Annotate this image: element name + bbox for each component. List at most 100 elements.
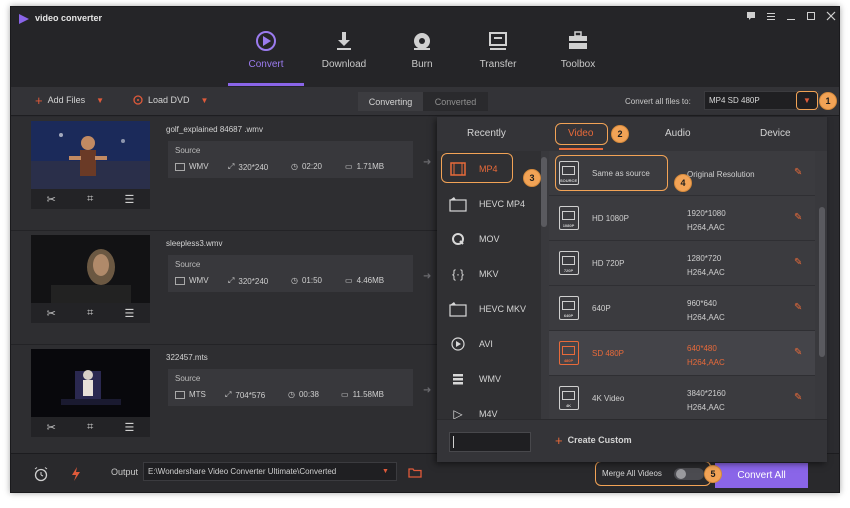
arrow-right-icon: ➜ bbox=[423, 385, 432, 396]
scissors-icon[interactable]: ✂ bbox=[47, 307, 56, 320]
edit-icon[interactable]: ✎ bbox=[794, 212, 805, 223]
format-wmv[interactable]: WMV bbox=[437, 361, 541, 396]
list-item[interactable]: ✂ ⌗ ☰ golf_explained 84687 .wmv Source W… bbox=[11, 117, 437, 231]
resolution-list-scrollbar[interactable] bbox=[819, 207, 825, 357]
resolution-item[interactable]: 1080P HD 1080P 1920*1080 H264,AAC ✎ bbox=[549, 196, 815, 241]
menu-icon[interactable] bbox=[765, 10, 777, 22]
size-value: 4.46MB bbox=[356, 276, 385, 285]
load-dvd-button[interactable]: Load DVD ▼ bbox=[133, 95, 208, 105]
chevron-down-icon[interactable]: ▼ bbox=[96, 96, 104, 105]
minimize-icon[interactable] bbox=[785, 10, 797, 22]
tab-toolbox-label: Toolbox bbox=[560, 59, 596, 70]
folder-icon[interactable] bbox=[408, 467, 422, 478]
chat-icon[interactable] bbox=[745, 10, 757, 22]
scissors-icon[interactable]: ✂ bbox=[47, 193, 56, 206]
folder-icon: ▭ bbox=[345, 162, 353, 171]
tab-convert[interactable]: Convert bbox=[231, 29, 301, 70]
tab-converted[interactable]: Converted bbox=[423, 92, 488, 111]
merge-toggle[interactable] bbox=[674, 468, 704, 480]
4k-icon: 4K bbox=[559, 386, 579, 410]
tab-download[interactable]: Download bbox=[309, 29, 379, 70]
merge-label: Merge All Videos bbox=[602, 469, 662, 478]
format-hevc-mkv[interactable]: HEVC MKV bbox=[437, 291, 541, 326]
resize-icon: ⤢ bbox=[225, 390, 232, 399]
status-toggle: Converting Converted bbox=[358, 92, 488, 111]
resolution-name: 4K Video bbox=[592, 394, 625, 403]
crop-icon[interactable]: ⌗ bbox=[87, 193, 93, 206]
resolution-item[interactable]: 640P 640P 960*640 H264,AAC ✎ bbox=[549, 286, 815, 331]
panel-footer: + Create Custom bbox=[437, 419, 827, 462]
thumbnail-tools: ✂ ⌗ ☰ bbox=[31, 417, 150, 437]
file-name: golf_explained 84687 .wmv bbox=[166, 125, 263, 134]
file-list: ✂ ⌗ ☰ golf_explained 84687 .wmv Source W… bbox=[11, 117, 437, 459]
video-thumbnail[interactable] bbox=[31, 349, 150, 417]
crop-icon[interactable]: ⌗ bbox=[87, 421, 93, 434]
resolution-detail: 1920*1080 H264,AAC bbox=[687, 209, 726, 232]
size-info: ▭ 4.46MB bbox=[345, 276, 384, 285]
format-m4v[interactable]: ▷ M4V bbox=[437, 396, 541, 420]
format-label: MKV bbox=[479, 268, 499, 279]
search-input[interactable] bbox=[449, 432, 531, 452]
top-navigation: video converter Convert Download Burn Tr… bbox=[11, 7, 839, 87]
panel-tabs: Recently Video 2 Audio Device bbox=[437, 117, 827, 151]
adjust-icon[interactable]: ☰ bbox=[125, 193, 135, 206]
tab-toolbox[interactable]: Toolbox bbox=[543, 29, 613, 70]
close-icon[interactable] bbox=[825, 10, 837, 22]
resolution-info: ⤢ 704*576 bbox=[225, 390, 265, 400]
add-files-label: Add Files bbox=[47, 95, 86, 105]
edit-icon[interactable]: ✎ bbox=[794, 257, 805, 268]
edit-icon[interactable]: ✎ bbox=[794, 392, 805, 403]
format-list-scrollbar[interactable] bbox=[541, 157, 547, 227]
edit-icon[interactable]: ✎ bbox=[794, 167, 805, 178]
tab-device[interactable]: Device bbox=[760, 128, 791, 139]
video-thumbnail[interactable] bbox=[31, 235, 150, 303]
duration-info: ◷ 00:38 bbox=[288, 390, 319, 399]
app-logo-icon bbox=[19, 14, 29, 24]
format-mkv[interactable]: {·} MKV bbox=[437, 256, 541, 291]
640p-icon: 640P bbox=[559, 296, 579, 320]
adjust-icon[interactable]: ☰ bbox=[125, 307, 135, 320]
list-item[interactable]: ✂ ⌗ ☰ sleepless3.wmv Source WMV ⤢ 320*240… bbox=[11, 231, 437, 345]
callout-badge: 1 bbox=[819, 92, 837, 110]
resolution-value: 704*576 bbox=[235, 390, 266, 400]
thumbnail-tools: ✂ ⌗ ☰ bbox=[31, 303, 150, 323]
app-title: video converter bbox=[35, 13, 103, 23]
resolution-value: 320*240 bbox=[238, 162, 269, 172]
tab-transfer[interactable]: Transfer bbox=[463, 29, 533, 70]
output-label: Output bbox=[111, 467, 139, 477]
alarm-icon[interactable] bbox=[33, 466, 49, 482]
crop-icon[interactable]: ⌗ bbox=[87, 307, 93, 320]
tab-converting[interactable]: Converting bbox=[358, 92, 423, 111]
convert-all-button[interactable]: Convert All bbox=[715, 463, 808, 488]
video-thumbnail[interactable] bbox=[31, 121, 150, 189]
format-label: M4V bbox=[479, 408, 498, 419]
maximize-icon[interactable] bbox=[805, 10, 817, 22]
tab-audio[interactable]: Audio bbox=[665, 128, 691, 139]
format-mov[interactable]: MOV bbox=[437, 221, 541, 256]
tab-burn[interactable]: Burn bbox=[387, 29, 457, 70]
chevron-down-icon[interactable]: ▼ bbox=[201, 96, 209, 105]
output-path-field[interactable]: E:\Wondershare Video Converter Ultimate\… bbox=[143, 462, 397, 481]
format-avi[interactable]: AVI bbox=[437, 326, 541, 361]
edit-icon[interactable]: ✎ bbox=[794, 347, 805, 358]
add-files-button[interactable]: + Add Files ▼ bbox=[35, 92, 104, 108]
source-label: Source bbox=[175, 260, 201, 269]
resize-icon: ⤢ bbox=[228, 162, 235, 171]
resolution-name: SD 480P bbox=[592, 349, 625, 358]
resolution-item[interactable]: 4K 4K Video 3840*2160 H264,AAC ✎ bbox=[549, 376, 815, 419]
format-info: WMV bbox=[175, 276, 209, 285]
lightning-icon[interactable] bbox=[70, 466, 82, 482]
format-hevc-mp4[interactable]: HEVC MP4 bbox=[437, 186, 541, 221]
tab-video[interactable]: Video bbox=[568, 128, 593, 139]
chevron-down-icon[interactable]: ▼ bbox=[382, 468, 389, 475]
format-dropdown-button[interactable]: ▼ bbox=[796, 91, 818, 110]
adjust-icon[interactable]: ☰ bbox=[125, 421, 135, 434]
plus-icon: + bbox=[35, 92, 43, 108]
resolution-item-selected[interactable]: 480P SD 480P 640*480 H264,AAC ✎ bbox=[549, 331, 815, 376]
scissors-icon[interactable]: ✂ bbox=[47, 421, 56, 434]
list-item[interactable]: ✂ ⌗ ☰ 322457.mts Source MTS ⤢ 704*576 ◷ 00… bbox=[11, 345, 437, 459]
tab-recently[interactable]: Recently bbox=[467, 128, 506, 139]
edit-icon[interactable]: ✎ bbox=[794, 302, 805, 313]
resolution-item[interactable]: 720P HD 720P 1280*720 H264,AAC ✎ bbox=[549, 241, 815, 286]
create-custom-button[interactable]: + Create Custom bbox=[555, 434, 632, 447]
